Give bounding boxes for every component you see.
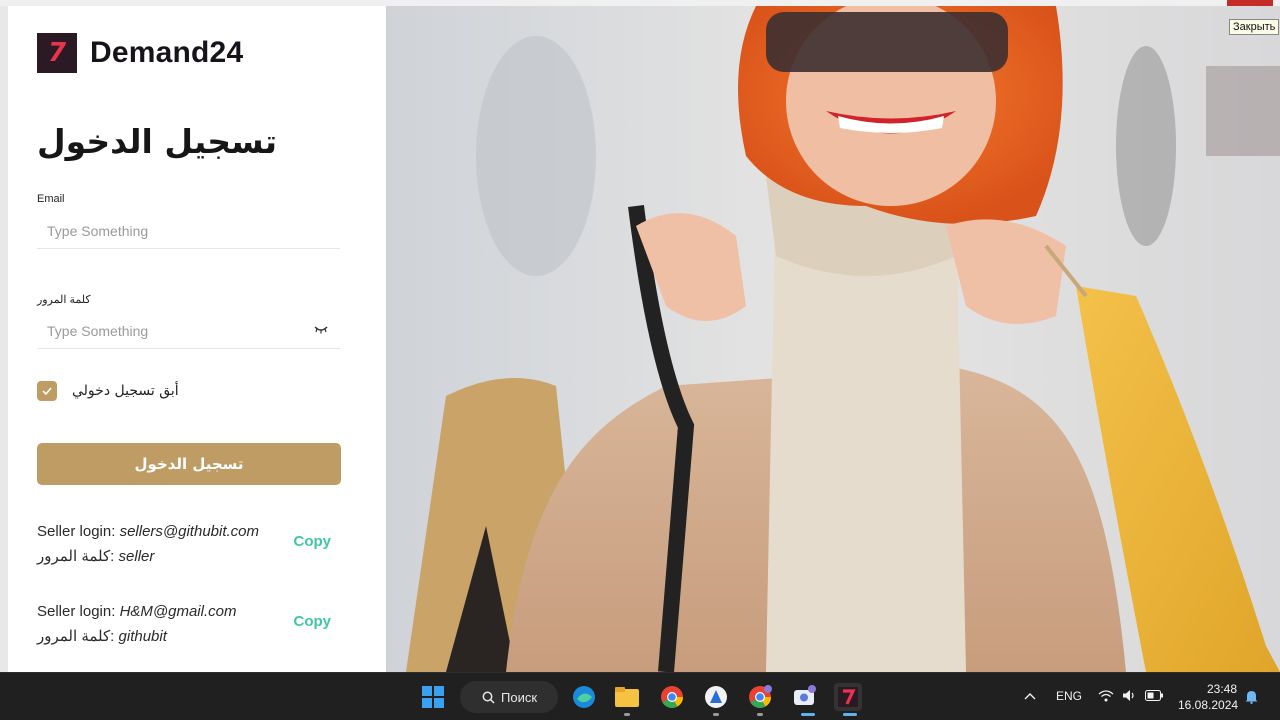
volume-icon[interactable]	[1122, 689, 1137, 702]
login-button[interactable]: تسجيل الدخول	[37, 443, 341, 485]
credential-login-label: Seller login:	[37, 523, 116, 540]
email-field[interactable]	[37, 213, 340, 248]
credential-block-2: Seller login: H&M@gmail.com كلمة المرور:…	[37, 599, 347, 649]
brand[interactable]: 7 Demand24	[37, 33, 243, 73]
taskbar-search[interactable]: Поиск	[460, 681, 558, 713]
credential-login-value: sellers@githubit.com	[119, 523, 260, 540]
credential-login-label: Seller login:	[37, 603, 116, 620]
demand24-app-icon[interactable]	[834, 683, 862, 711]
password-label: كلمة المرور	[37, 294, 91, 306]
vpn-app-icon[interactable]	[702, 683, 730, 711]
password-field-wrapper	[37, 313, 340, 349]
search-label: Поиск	[501, 689, 538, 705]
edge-icon[interactable]	[570, 683, 598, 711]
eye-off-icon[interactable]	[314, 324, 328, 334]
credential-password-label: كلمة المرور:	[37, 548, 115, 565]
windows-start-icon[interactable]	[419, 683, 447, 711]
chevron-up-icon[interactable]	[1024, 692, 1036, 700]
copy-button[interactable]: Copy	[294, 533, 332, 550]
chrome-profile-icon[interactable]	[746, 683, 774, 711]
credential-password-label: كلمة المرور:	[37, 628, 115, 645]
file-explorer-icon[interactable]	[613, 683, 641, 711]
hero-image	[386, 6, 1280, 672]
password-field[interactable]	[37, 313, 340, 348]
language-indicator[interactable]: ENG	[1056, 689, 1082, 703]
page-title: تسجيل الدخول	[37, 122, 278, 161]
remember-label: أبق تسجيل دخولي	[72, 383, 179, 399]
close-tooltip: Закрыть	[1229, 19, 1280, 35]
remember-me[interactable]: أبق تسجيل دخولي	[37, 381, 179, 401]
brand-logo-icon: 7	[37, 33, 77, 73]
demand24-app-indicator	[843, 713, 857, 716]
credential-password-value: githubit	[118, 628, 167, 645]
browser-viewport: 7 Demand24 تسجيل الدخول Email كلمة المرو…	[0, 0, 1280, 672]
credential-login-value: H&M@gmail.com	[119, 603, 237, 620]
camera-app-indicator	[801, 713, 815, 716]
clock-date[interactable]: 16.08.2024	[1178, 698, 1238, 712]
credential-block-1: Seller login: sellers@githubit.com كلمة …	[37, 519, 347, 569]
chrome-icon[interactable]	[658, 683, 686, 711]
copy-button[interactable]: Copy	[294, 613, 332, 630]
checkmark-icon	[42, 387, 52, 395]
chrome-profile-indicator	[757, 713, 763, 716]
file-explorer-indicator	[624, 713, 630, 716]
wifi-icon[interactable]	[1098, 689, 1114, 702]
window-left-edge	[0, 6, 8, 672]
email-label: Email	[37, 193, 65, 205]
clock-time[interactable]: 23:48	[1207, 682, 1237, 696]
remember-checkbox[interactable]	[37, 381, 57, 401]
hero-photo	[386, 6, 1280, 672]
battery-icon[interactable]	[1145, 690, 1163, 701]
notification-bell-icon[interactable]	[1245, 690, 1258, 704]
windows-taskbar: Поиск ENG 23:48 16.08.2024	[0, 672, 1280, 720]
credential-password-value: seller	[118, 548, 155, 565]
camera-app-icon[interactable]	[790, 683, 818, 711]
search-icon	[482, 691, 495, 704]
vpn-app-indicator	[713, 713, 719, 716]
brand-name: Demand24	[90, 36, 244, 69]
email-field-wrapper	[37, 213, 340, 249]
